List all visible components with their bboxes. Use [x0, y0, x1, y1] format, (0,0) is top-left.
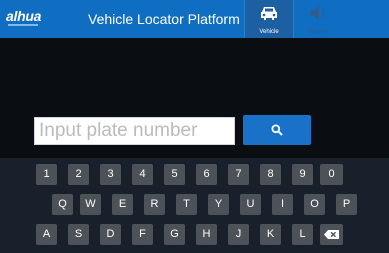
key-0[interactable]: 0: [320, 164, 343, 185]
search-icon: [271, 124, 283, 136]
key-h[interactable]: H: [196, 224, 217, 245]
tab-bulletin[interactable]: Bulletin: [294, 0, 342, 38]
tab-bulletin-label: Bulletin: [308, 29, 328, 35]
key-j[interactable]: J: [228, 224, 249, 245]
key-8[interactable]: 8: [260, 164, 281, 185]
car-icon: [261, 7, 277, 20]
key-u[interactable]: U: [240, 194, 261, 215]
key-p[interactable]: P: [336, 194, 357, 215]
key-g[interactable]: G: [164, 224, 185, 245]
tab-vehicle[interactable]: Vehicle: [244, 0, 294, 38]
key-t[interactable]: T: [176, 194, 197, 215]
logo-underline: [8, 24, 38, 26]
key-k[interactable]: K: [260, 224, 281, 245]
key-q[interactable]: Q: [52, 194, 73, 215]
key-i[interactable]: I: [272, 194, 293, 215]
onscreen-keyboard: 1 2 3 4 5 6 7 8 9 0 Q W E R T Y U I O P …: [0, 158, 389, 253]
key-l[interactable]: L: [292, 224, 313, 245]
key-a[interactable]: A: [36, 224, 57, 245]
key-r[interactable]: R: [144, 194, 165, 215]
key-s[interactable]: S: [68, 224, 89, 245]
key-e[interactable]: E: [112, 194, 133, 215]
key-w[interactable]: W: [80, 194, 101, 215]
key-5[interactable]: 5: [164, 164, 185, 185]
brand-logo: alhua: [6, 8, 42, 24]
app-header: alhua Vehicle Locator Platform Vehicle B…: [0, 0, 389, 38]
backspace-key[interactable]: [320, 224, 343, 245]
speaker-icon: [310, 6, 325, 20]
app-title: Vehicle Locator Platform: [88, 11, 240, 27]
key-9[interactable]: 9: [292, 164, 313, 185]
key-4[interactable]: 4: [132, 164, 153, 185]
key-f[interactable]: F: [132, 224, 153, 245]
plate-number-input[interactable]: [34, 117, 235, 145]
key-y[interactable]: Y: [208, 194, 229, 215]
search-button[interactable]: [243, 115, 311, 145]
key-7[interactable]: 7: [228, 164, 249, 185]
key-3[interactable]: 3: [100, 164, 121, 185]
key-d[interactable]: D: [100, 224, 121, 245]
key-o[interactable]: O: [304, 194, 325, 215]
key-2[interactable]: 2: [68, 164, 89, 185]
backspace-icon: [324, 230, 339, 239]
key-6[interactable]: 6: [196, 164, 217, 185]
key-1[interactable]: 1: [36, 164, 57, 185]
tab-vehicle-label: Vehicle: [259, 29, 279, 35]
